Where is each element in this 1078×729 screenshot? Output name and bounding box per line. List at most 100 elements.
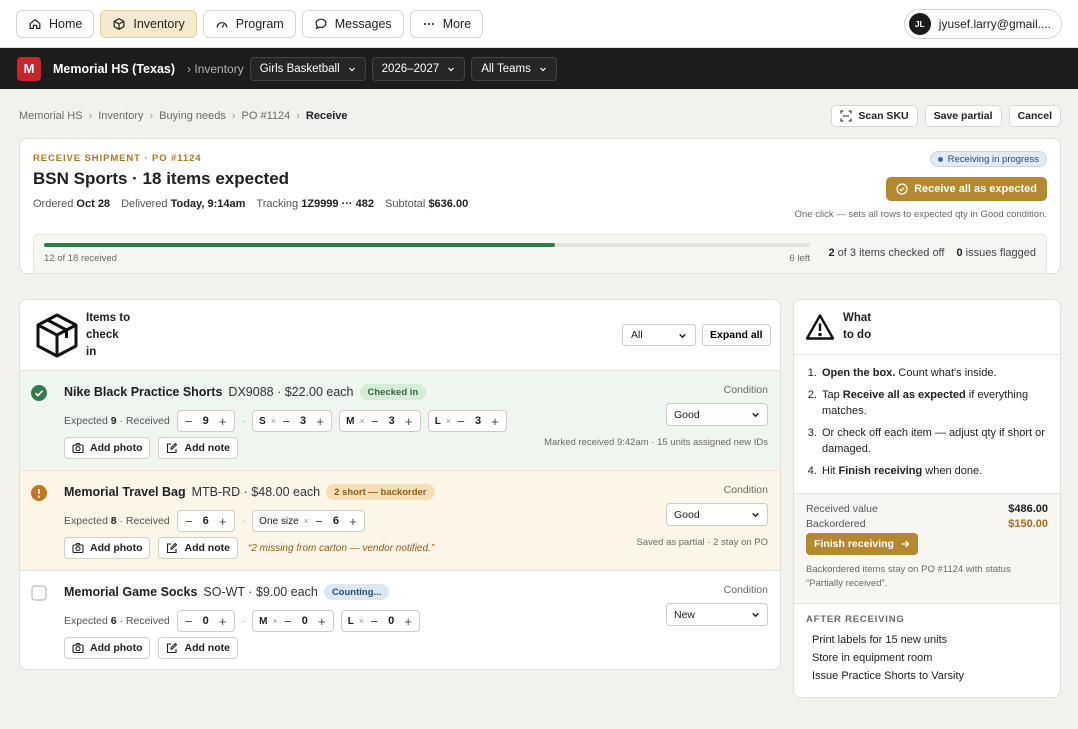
checkbox-icon[interactable] [31,585,47,601]
received-stepper[interactable]: −6 + [176,510,235,532]
checked-count: 2 [828,247,835,259]
add-note-button[interactable]: Add note [158,437,238,459]
size-stepper[interactable]: L × −0 + [340,610,421,632]
finish-note: Backordered items stay on PO #1124 with … [806,564,1011,589]
plus-icon[interactable]: + [218,414,228,429]
minus-icon[interactable]: − [370,414,380,429]
arrow-right-icon [901,540,910,548]
received-stepper[interactable]: −9 + [176,410,235,432]
org-section[interactable]: › Inventory [187,62,244,76]
size-stepper[interactable]: One size × −6 + [252,510,365,532]
minus-icon[interactable]: − [184,614,194,629]
add-note-button[interactable]: Add note [158,537,238,559]
plus-icon[interactable]: + [403,614,413,629]
filter-select[interactable]: All [622,324,696,346]
add-note-button[interactable]: Add note [158,637,238,659]
scan-sku-label: Scan SKU [858,110,909,122]
condition-select[interactable]: New [666,603,768,626]
save-partial-button[interactable]: Save partial [924,105,1002,127]
add-photo-button[interactable]: Add photo [64,637,151,659]
after-heading: AFTER RECEIVING [806,614,905,625]
minus-icon[interactable]: − [184,414,194,429]
nav-inventory-button[interactable]: Inventory [100,9,197,38]
season-select[interactable]: 2026–2027 [371,56,466,81]
received-stepper[interactable]: −0 + [176,610,235,632]
breadcrumb-item[interactable]: Memorial HS [19,110,83,122]
finish-receiving-button[interactable]: Finish receiving [806,533,918,555]
minus-icon[interactable]: − [184,514,194,529]
expand-all-button[interactable]: Expand all [702,324,771,346]
avatar: JL [908,12,931,35]
condition-select[interactable]: Good [666,503,768,526]
item-name: Memorial Travel Bag [64,485,186,499]
scan-sku-button[interactable]: Scan SKU [831,105,918,127]
scan-icon [840,110,852,122]
breadcrumb: Memorial HS › Inventory › Buying needs › PO… [19,110,348,122]
nav-program-label: Program [235,16,284,31]
item-note: “2 missing from carton — vendor notified… [247,542,435,554]
breadcrumb-item[interactable]: PO #1124 [242,110,291,122]
todo-panel: What to do Open the box. Count what's in… [793,299,1061,698]
after-item[interactable]: Print labels for 15 new units [806,631,1048,649]
nav-more-button[interactable]: More [409,9,484,38]
progress-stats: 2 of 3 items checked off 0 issues flagge… [828,247,1036,259]
nav-home-label: Home [49,16,83,31]
progress-bar [44,243,810,247]
minus-icon[interactable]: − [283,614,293,629]
org-name[interactable]: Memorial HS (Texas) [53,62,175,76]
tracking-number[interactable]: 1Z9999 ··· 482 [301,198,374,210]
status-badge: Receiving in progress [929,151,1047,167]
row-note: Saved as partial · 2 stay on PO [636,537,768,548]
condition-select[interactable]: Good [666,403,768,426]
warning-icon [805,314,835,340]
nav-program-button[interactable]: Program [202,9,296,38]
plus-icon[interactable]: + [404,414,414,429]
minus-icon[interactable]: − [314,514,324,529]
plus-icon[interactable]: + [315,414,325,429]
progress-left: 6 left [789,253,810,264]
cancel-button[interactable]: Cancel [1008,105,1061,127]
after-receiving: AFTER RECEIVING Print labels for 15 new … [794,604,1060,695]
minus-icon[interactable]: − [456,414,466,429]
todo-step: Or check off each item — adjust qty if s… [820,425,1048,457]
check-circle-icon [896,183,908,195]
receive-all-button[interactable]: Receive all as expected [886,177,1047,201]
plus-icon[interactable]: + [348,514,358,529]
camera-icon [72,542,84,554]
plus-icon[interactable]: + [317,614,327,629]
after-item[interactable]: Store in equipment room [806,649,1048,667]
issues-count: 0 [956,247,963,259]
plus-icon[interactable]: + [218,514,228,529]
received-value: $486.00 [1008,503,1048,515]
alert-circle-icon[interactable] [31,485,47,501]
size-stepper[interactable]: M × −0 + [252,610,334,632]
add-photo-button[interactable]: Add photo [64,437,151,459]
chevron-down-icon [448,67,455,71]
nav-messages-button[interactable]: Messages [301,9,404,38]
size-stepper[interactable]: S × −3 + [252,410,333,432]
team-select[interactable]: All Teams [471,56,557,81]
after-item[interactable]: Issue Practice Shorts to Varsity [806,667,1048,685]
account-menu[interactable]: JL jyusef.larry@gmail.... [903,8,1062,39]
status-badge: Checked in [359,384,427,400]
plus-icon[interactable]: + [490,414,500,429]
size-stepper[interactable]: L × −3 + [427,410,508,432]
ordered-label: Ordered [33,198,74,210]
account-email: jyusef.larry@gmail.... [938,16,1051,31]
checked-circle-icon[interactable] [31,385,47,401]
edit-icon [167,542,178,554]
breadcrumb-item[interactable]: Buying needs [159,110,226,122]
gauge-icon [216,21,228,28]
size-stepper[interactable]: M × −3 + [339,410,421,432]
add-photo-button[interactable]: Add photo [64,537,151,559]
org-bar: M Memorial HS (Texas) › Inventory Girls … [0,48,1078,89]
receive-all-hint: One click — sets all rows to expected qt… [794,209,1047,220]
progress-fill [44,243,555,247]
tracking-label: Tracking [256,198,299,210]
sport-select[interactable]: Girls Basketball [249,56,366,81]
plus-icon[interactable]: + [218,614,228,629]
nav-home-button[interactable]: Home [16,9,95,38]
minus-icon[interactable]: − [369,614,379,629]
minus-icon[interactable]: − [281,414,291,429]
breadcrumb-item[interactable]: Inventory [98,110,143,122]
